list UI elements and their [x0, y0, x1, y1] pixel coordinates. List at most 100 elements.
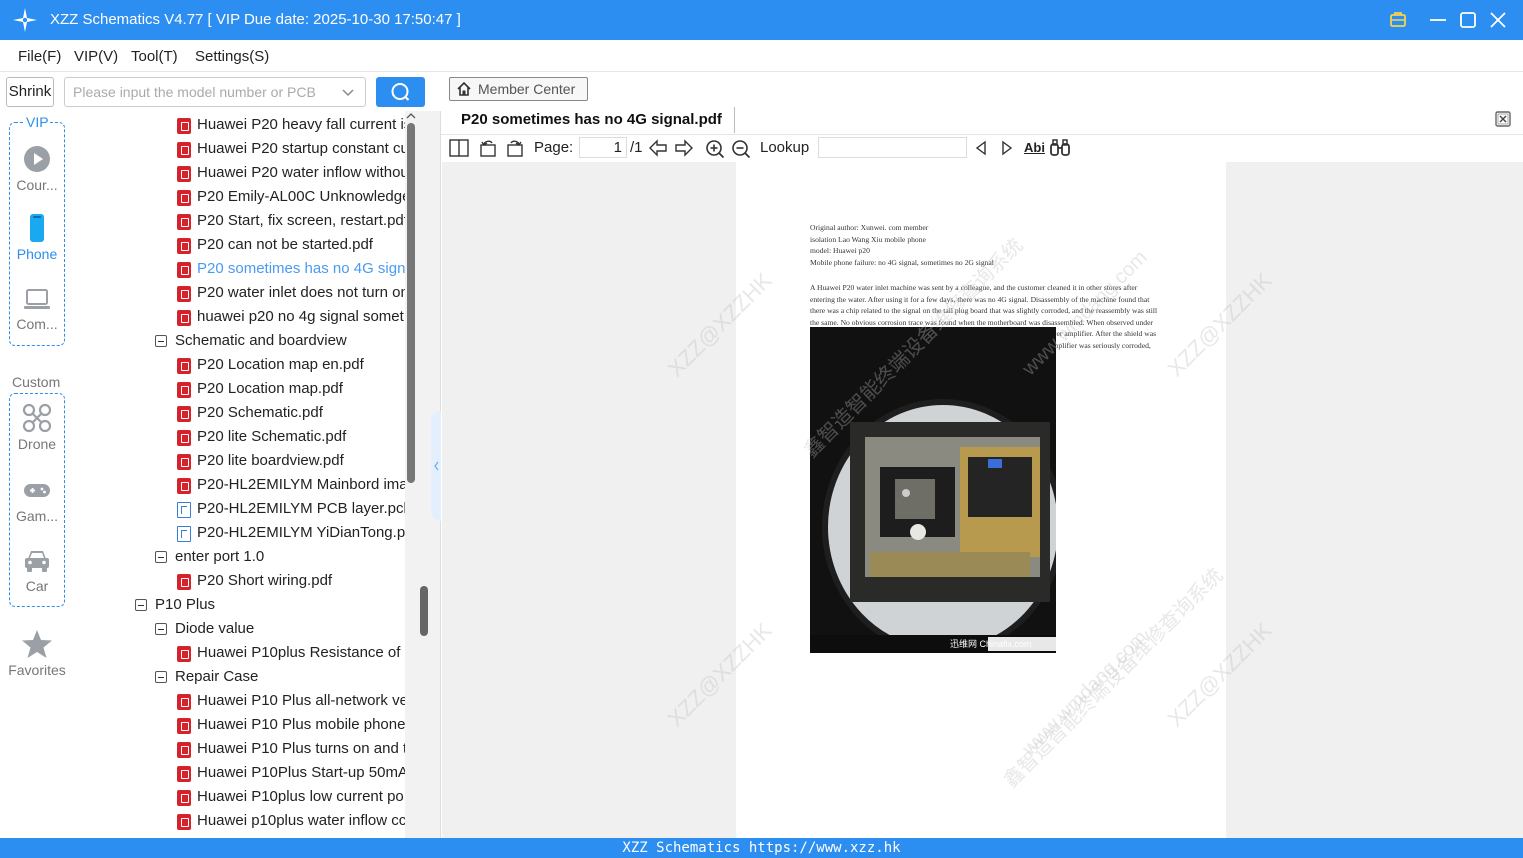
status-footer: XZZ Schematics https://www.xzz.hk: [0, 838, 1523, 858]
file-tree: Huawei P20 heavy fall current is Huawei P…: [75, 111, 415, 838]
model-search-input[interactable]: [73, 82, 333, 102]
collapse-toggle-icon[interactable]: [155, 671, 167, 683]
menu-bar: File(F) VIP(V) Tool(T) Settings(S): [0, 40, 1523, 72]
category-courses[interactable]: Cour...: [0, 144, 74, 193]
tree-item-label: P20 Start, fix screen, restart.pdf: [197, 212, 408, 229]
next-page-icon[interactable]: [674, 139, 694, 157]
tree-item-label: Diode value: [175, 620, 255, 637]
category-drone[interactable]: Drone: [0, 403, 74, 452]
rotate-left-icon[interactable]: [478, 138, 498, 158]
tree-item-label: Huawei P10plus low current po: [197, 788, 404, 805]
collapse-toggle-icon[interactable]: [155, 335, 167, 347]
collapse-toggle-icon[interactable]: [135, 599, 147, 611]
pdf-file-icon: [177, 382, 191, 398]
pdf-header-line: Original author: Xunwei. com member: [810, 223, 929, 232]
category-computer[interactable]: Com...: [0, 285, 74, 332]
tree-item-label: huawei p20 no 4g signal somet: [197, 308, 404, 325]
zoom-out-icon[interactable]: [731, 139, 751, 159]
minimize-icon[interactable]: [1424, 6, 1452, 34]
close-icon[interactable]: [1484, 6, 1512, 34]
pdf-file-icon: [177, 694, 191, 710]
match-case-button[interactable]: Abi: [1024, 140, 1045, 155]
pdf-file-icon: [177, 814, 191, 830]
tree-item-label: P10 Plus: [155, 596, 216, 613]
window-title: XZZ Schematics V4.77 [ VIP Due date: 202…: [50, 11, 461, 28]
play-icon: [24, 146, 50, 172]
zoom-in-icon[interactable]: [705, 139, 725, 159]
microscope-image: 迅维网 Chinafix.com: [810, 327, 1056, 653]
chevron-down-icon[interactable]: [341, 85, 355, 99]
previous-page-icon[interactable]: [648, 139, 668, 157]
tree-scrollbar-thumb[interactable]: [407, 123, 415, 483]
shrink-button[interactable]: Shrink: [6, 77, 54, 107]
category-game[interactable]: Gam...: [0, 477, 74, 524]
pdf-file-icon: [177, 166, 191, 182]
tree-item-label: Huawei P10Plus Start-up 50mA: [197, 764, 408, 781]
car-icon: [25, 551, 49, 572]
search-icon: [391, 83, 410, 101]
category-car-label: Car: [25, 578, 49, 594]
tree-item-label: P20 Location map.pdf: [197, 380, 343, 397]
app-logo-icon: [13, 8, 37, 32]
vip-group-label: VIP: [25, 114, 50, 130]
tree-item-label: Huawei p10plus water inflow cc: [197, 812, 407, 829]
category-car[interactable]: Car: [0, 545, 74, 594]
vip-bag-icon[interactable]: [1384, 6, 1412, 34]
menu-vip[interactable]: VIP(V): [74, 48, 118, 65]
pdf-file-icon: [177, 646, 191, 662]
pdf-file-icon: [177, 190, 191, 206]
menu-file[interactable]: File(F): [18, 48, 61, 65]
pdf-header-line: isolation Lao Wang Xiu mobile phone: [810, 234, 926, 244]
document-tab[interactable]: P20 sometimes has no 4G signal.pdf: [449, 107, 735, 133]
pdf-file-icon: [177, 406, 191, 422]
chevron-left-icon: [434, 461, 439, 471]
page-total: /1: [630, 139, 643, 156]
pdf-file-icon: [177, 358, 191, 374]
page-label: Page:: [534, 139, 574, 156]
app-window: XZZ Schematics V4.77 [ VIP Due date: 202…: [0, 0, 1523, 858]
collapse-toggle-icon[interactable]: [155, 623, 167, 635]
panel-splitter: [417, 111, 441, 838]
two-page-view-icon[interactable]: [449, 139, 469, 157]
tree-item-label: Repair Case: [175, 668, 259, 685]
collapse-toggle-icon[interactable]: [155, 551, 167, 563]
tree-scrollbar[interactable]: [405, 111, 417, 838]
close-document-icon[interactable]: [1494, 110, 1512, 128]
tree-item-label: P20-HL2EMILYM Mainbord ima: [197, 476, 408, 493]
binoculars-icon[interactable]: [1049, 139, 1071, 157]
member-center-button[interactable]: Member Center: [449, 77, 588, 101]
pdf-viewer[interactable]: Original author: Xunwei. com member isol…: [442, 162, 1523, 838]
category-phone[interactable]: Phone: [0, 213, 74, 262]
maximize-icon[interactable]: [1454, 6, 1482, 34]
pdf-file-icon: [177, 430, 191, 446]
model-search-combobox[interactable]: [64, 77, 366, 107]
find-next-icon[interactable]: [999, 140, 1015, 156]
tree-item-label: P20 Short wiring.pdf: [197, 572, 333, 589]
search-button[interactable]: [376, 77, 425, 107]
tree-item-label: P20-HL2EMILYM PCB layer.pcb: [197, 500, 412, 517]
category-phone-label: Phone: [16, 246, 58, 262]
page-number-input[interactable]: 1: [579, 137, 627, 158]
favorites[interactable]: Favorites: [0, 629, 74, 678]
tree-item-label: P20 Emily-AL00C Unknowledge: [197, 188, 411, 205]
lookup-input[interactable]: [818, 137, 967, 158]
splitter-scroll-thumb[interactable]: [420, 586, 428, 636]
menu-settings[interactable]: Settings(S): [195, 48, 269, 65]
tree-item-label: Huawei P10 Plus turns on and t: [197, 740, 408, 757]
tree-item-label: P20 Schematic.pdf: [197, 404, 323, 421]
home-icon: [457, 81, 471, 96]
tree-item-label: P20 Location map en.pdf: [197, 356, 364, 373]
pdf-file-icon: [177, 718, 191, 734]
pdf-file-icon: [177, 742, 191, 758]
pcb-file-icon: [177, 526, 191, 542]
favorites-label: Favorites: [8, 662, 66, 678]
tree-item-label: P20-HL2EMILYM YiDianTong.pc: [197, 524, 413, 541]
scroll-up-arrow-icon[interactable]: [406, 111, 416, 121]
category-game-label: Gam...: [15, 508, 58, 524]
tree-item-label: Schematic and boardview: [175, 332, 347, 349]
collapse-panel-handle[interactable]: [431, 411, 441, 521]
tree-item-label: Huawei P10 Plus mobile phone: [197, 716, 406, 733]
find-previous-icon[interactable]: [973, 140, 989, 156]
menu-tool[interactable]: Tool(T): [131, 48, 178, 65]
rotate-right-icon[interactable]: [505, 138, 525, 158]
